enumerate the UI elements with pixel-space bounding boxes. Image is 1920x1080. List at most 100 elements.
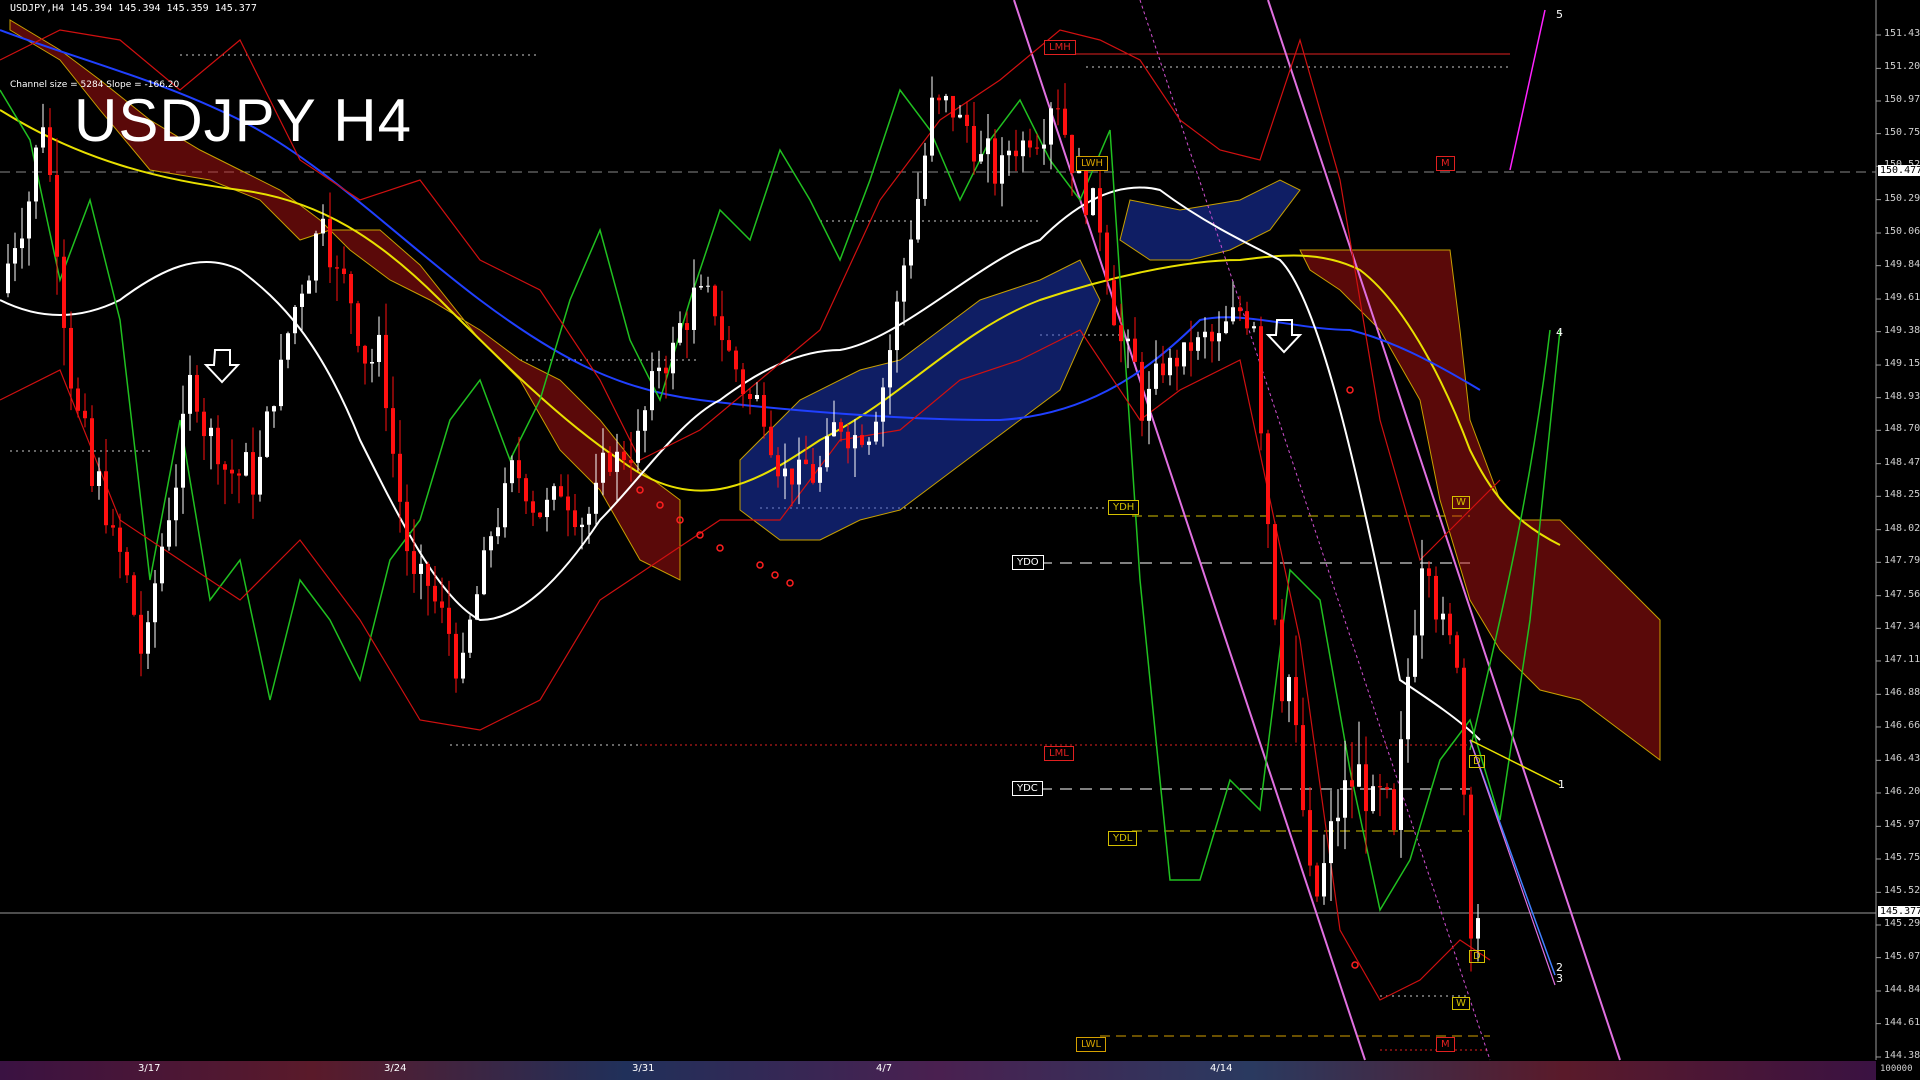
channel-line-upper-left bbox=[1013, 0, 1366, 1061]
wave-label-1: 1 bbox=[1558, 778, 1565, 791]
candle-body bbox=[405, 501, 409, 552]
candle-body bbox=[349, 273, 353, 304]
candle-body bbox=[321, 218, 325, 234]
price-tick-label: 147.115 bbox=[1884, 653, 1920, 665]
time-axis-bar[interactable] bbox=[0, 1061, 1876, 1080]
candle-body bbox=[251, 452, 255, 495]
candle-body bbox=[1070, 134, 1074, 174]
candle-body bbox=[412, 551, 416, 574]
candle-body bbox=[1392, 789, 1396, 830]
candle-body bbox=[426, 563, 430, 586]
price-tick-label: 148.020 bbox=[1884, 522, 1920, 534]
candle-body bbox=[265, 411, 269, 457]
candle-body bbox=[671, 342, 675, 374]
candle-body bbox=[20, 238, 24, 249]
candle-body bbox=[342, 268, 346, 274]
price-tick-label: 148.250 bbox=[1884, 489, 1920, 501]
candle-body bbox=[615, 451, 619, 472]
candle-body bbox=[230, 469, 234, 474]
candle-body bbox=[776, 455, 780, 477]
candle-body bbox=[1168, 357, 1172, 376]
candle-body bbox=[811, 464, 815, 483]
candle-body bbox=[706, 285, 710, 287]
marker-w-top: W bbox=[1452, 496, 1470, 509]
level-tag-lwl: LWL bbox=[1076, 1037, 1107, 1052]
candle-body bbox=[1175, 357, 1179, 367]
candle-body bbox=[517, 460, 521, 479]
candle-body bbox=[1399, 739, 1403, 830]
candle-body bbox=[825, 436, 829, 468]
candle-body bbox=[1091, 188, 1095, 216]
candle-body bbox=[83, 410, 87, 419]
price-tick-label: 146.205 bbox=[1884, 785, 1920, 797]
candle-body bbox=[1161, 363, 1165, 376]
candle-body bbox=[1042, 144, 1046, 149]
price-tick-label: 149.155 bbox=[1884, 358, 1920, 370]
candle-body bbox=[1434, 575, 1438, 620]
candle-body bbox=[566, 496, 570, 511]
candle-body bbox=[958, 114, 962, 118]
candle-body bbox=[1238, 307, 1242, 312]
candle-body bbox=[699, 286, 703, 288]
candle-body bbox=[118, 527, 122, 552]
candle-body bbox=[167, 520, 171, 547]
candle-body bbox=[244, 452, 248, 476]
candle-body bbox=[300, 293, 304, 307]
axis-bottom-label: 100000 bbox=[1880, 1064, 1913, 1074]
level-tag-lmh: LMH bbox=[1044, 40, 1076, 55]
candle-body bbox=[552, 486, 556, 500]
candle-body bbox=[34, 147, 38, 202]
candle-body bbox=[1322, 863, 1326, 897]
candle-body bbox=[923, 155, 927, 199]
candle-body bbox=[979, 154, 983, 162]
candle-body bbox=[363, 345, 367, 364]
wave-label-5: 5 bbox=[1556, 8, 1563, 21]
price-axis[interactable]: 151.430151.200150.975150.750150.525150.2… bbox=[1876, 0, 1920, 1080]
candle-body bbox=[993, 138, 997, 184]
signal-dot bbox=[1351, 961, 1359, 969]
candle-body bbox=[867, 441, 871, 445]
candle-body bbox=[1371, 786, 1375, 812]
candle-body bbox=[965, 114, 969, 126]
candle-body bbox=[1056, 108, 1060, 110]
candle-body bbox=[860, 435, 864, 445]
candle-body bbox=[524, 478, 528, 502]
candle-body bbox=[895, 301, 899, 351]
candle-body bbox=[370, 362, 374, 364]
candle-body bbox=[1007, 150, 1011, 156]
candle-body bbox=[55, 175, 59, 257]
price-tick-label: 147.565 bbox=[1884, 588, 1920, 600]
marker-d-upper: D bbox=[1469, 755, 1485, 768]
candle-body bbox=[1105, 232, 1109, 281]
candle-body bbox=[790, 468, 794, 485]
current-price-tag: 145.377 bbox=[1878, 906, 1920, 917]
upper-price-tag: 150.477 bbox=[1878, 165, 1920, 176]
candle-body bbox=[440, 601, 444, 608]
candle-body bbox=[475, 594, 479, 620]
candle-body bbox=[741, 369, 745, 395]
candle-body bbox=[188, 374, 192, 414]
candle-body bbox=[48, 127, 52, 176]
indicator-line bbox=[0, 329, 1491, 1001]
candle-body bbox=[650, 371, 654, 411]
price-tick-label: 150.295 bbox=[1884, 192, 1920, 204]
candle-body bbox=[622, 451, 626, 461]
signal-dot bbox=[756, 561, 764, 569]
candle-body bbox=[594, 482, 598, 514]
candle-body bbox=[769, 426, 773, 456]
time-label-4-14: 4/14 bbox=[1210, 1063, 1233, 1074]
candle-body bbox=[643, 410, 647, 431]
candle-body bbox=[1448, 613, 1452, 636]
candle-body bbox=[195, 374, 199, 412]
candle-body bbox=[1294, 677, 1298, 726]
price-tick-label: 145.295 bbox=[1884, 917, 1920, 929]
price-chart-area[interactable] bbox=[0, 0, 1920, 1080]
price-tick-label: 146.660 bbox=[1884, 719, 1920, 731]
candle-body bbox=[1252, 326, 1256, 329]
candle-body bbox=[1420, 568, 1424, 636]
candle-body bbox=[461, 652, 465, 679]
candle-body bbox=[314, 233, 318, 281]
candle-body bbox=[888, 350, 892, 388]
candle-body bbox=[1231, 307, 1235, 322]
candle-body bbox=[636, 430, 640, 463]
